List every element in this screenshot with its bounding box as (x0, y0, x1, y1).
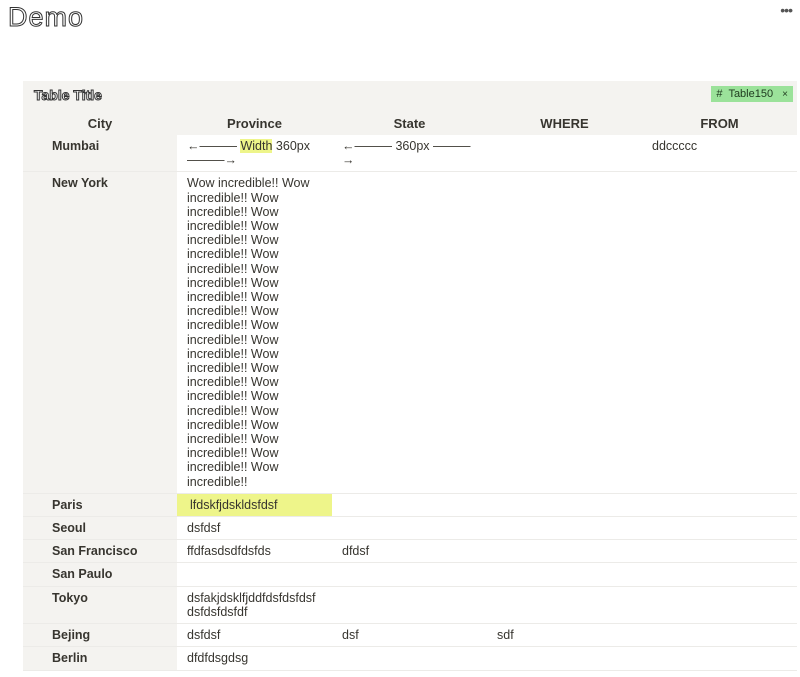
state-cell[interactable] (332, 647, 487, 670)
province-cell[interactable]: ←——— Width 360px ———→ (177, 135, 332, 172)
column-header-from[interactable]: FROM (642, 116, 797, 131)
state-cell[interactable]: dsf (332, 624, 487, 647)
state-cell[interactable]: ←——— 360px ———→ (332, 135, 487, 172)
city-cell[interactable]: New York (23, 172, 177, 493)
from-cell[interactable] (642, 563, 797, 586)
province-cell[interactable]: dsfdsf (177, 624, 332, 647)
province-cell[interactable]: dsfakjdsklfjddfdsfdsfdsf dsfdsfdsfdf (177, 586, 332, 624)
where-cell[interactable] (487, 647, 642, 670)
state-cell[interactable] (332, 517, 487, 540)
table-row: Mumbai ←——— Width 360px ———→ ←——— 360px … (23, 135, 797, 173)
city-cell[interactable]: Bejing (23, 624, 177, 647)
table-row: San Francisco ffdfasdsdfdsfds dfdsf (23, 540, 797, 564)
table-row: New York Wow incredible!! Wow incredible!… (23, 172, 797, 494)
more-horizontal-icon[interactable]: ••• (780, 2, 793, 18)
where-cell[interactable] (487, 493, 642, 517)
table-row: Paris lfdskfjdskldsfdsf (23, 493, 797, 518)
from-cell[interactable]: ddccccc (642, 135, 797, 172)
table: Table Title # Table150 × City Province S… (23, 81, 797, 671)
where-cell[interactable] (487, 586, 642, 624)
city-cell[interactable]: San Francisco (23, 540, 177, 563)
where-cell[interactable] (487, 135, 642, 172)
highlighted-text: Width (240, 139, 273, 153)
table-row: Bejing dsfdsf dsf sdf (23, 624, 797, 648)
where-cell[interactable]: sdf (487, 624, 642, 647)
state-cell[interactable] (332, 172, 487, 493)
from-cell[interactable] (642, 540, 797, 563)
from-cell[interactable] (642, 647, 797, 670)
header-row: City Province State WHERE FROM (23, 112, 797, 135)
from-cell[interactable] (642, 624, 797, 647)
column-header-state[interactable]: State (332, 116, 487, 131)
page-title: Demo (7, 2, 85, 33)
table-row: Seoul dsfdsf (23, 517, 797, 541)
province-cell[interactable]: dfdfdsgdsg (177, 647, 332, 670)
province-cell[interactable]: Wow incredible!! Wow incredible!! Wow in… (177, 172, 332, 493)
city-cell[interactable]: Tokyo (23, 586, 177, 624)
state-cell[interactable] (332, 493, 487, 517)
from-cell[interactable] (642, 586, 797, 624)
table-tag[interactable]: # Table150 × (711, 86, 793, 102)
where-cell[interactable] (487, 172, 642, 493)
column-header-province[interactable]: Province (177, 116, 332, 131)
province-cell[interactable]: ffdfasdsdfdsfds (177, 540, 332, 563)
table-row: San Paulo (23, 563, 797, 587)
from-cell[interactable] (642, 493, 797, 517)
city-cell[interactable]: Seoul (23, 517, 177, 540)
where-cell[interactable] (487, 563, 642, 586)
from-cell[interactable] (642, 517, 797, 540)
state-cell[interactable]: dfdsf (332, 540, 487, 563)
hash-icon: # (716, 88, 723, 100)
tag-label: Table150 (728, 88, 774, 100)
province-cell[interactable]: dsfdsf (177, 517, 332, 540)
cell-text: ←——— (187, 139, 241, 153)
province-cell[interactable]: lfdskfjdskldsfdsf (177, 493, 332, 517)
city-cell[interactable]: Paris (23, 493, 177, 517)
column-header-city[interactable]: City (23, 116, 177, 131)
state-cell[interactable] (332, 586, 487, 624)
where-cell[interactable] (487, 517, 642, 540)
column-header-where[interactable]: WHERE (487, 116, 642, 131)
city-cell[interactable]: Berlin (23, 647, 177, 670)
table-row: Tokyo dsfakjdsklfjddfdsfdsfdsf dsfdsfdsfd… (23, 586, 797, 625)
province-cell[interactable] (177, 563, 332, 586)
table-row: Berlin dfdfdsgdsg (23, 647, 797, 671)
from-cell[interactable] (642, 172, 797, 493)
city-cell[interactable]: San Paulo (23, 563, 177, 586)
table-title[interactable]: Table Title (34, 87, 103, 104)
city-cell[interactable]: Mumbai (23, 135, 177, 172)
state-cell[interactable] (332, 563, 487, 586)
close-icon[interactable]: × (782, 89, 788, 100)
where-cell[interactable] (487, 540, 642, 563)
